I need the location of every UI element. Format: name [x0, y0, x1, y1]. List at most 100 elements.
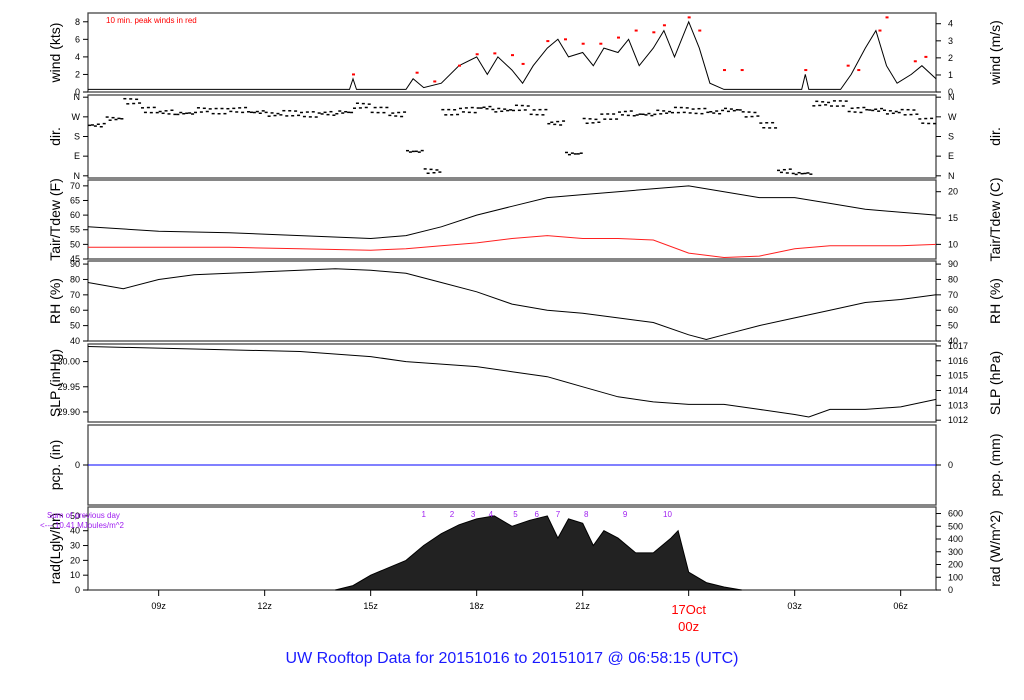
direction-point [379, 106, 383, 109]
direction-point [824, 104, 828, 106]
direction-point [830, 105, 833, 107]
direction-point [141, 107, 144, 109]
series-line-tdew [88, 235, 937, 259]
direction-point [771, 121, 775, 124]
direction-point [391, 112, 395, 114]
direction-point [361, 102, 365, 105]
direction-point [703, 107, 707, 110]
direction-point [594, 118, 598, 121]
direction-point [300, 111, 303, 114]
direction-point [517, 109, 521, 112]
hour-mark-label: 1 [421, 510, 426, 519]
direction-point [326, 113, 330, 116]
direction-point [921, 122, 925, 124]
direction-point [815, 100, 819, 103]
direction-point [891, 112, 895, 115]
ytick-label-right: 50 [948, 321, 958, 331]
ytick-label-left: N [74, 92, 81, 102]
direction-point [762, 126, 766, 129]
direction-point [417, 151, 421, 153]
direction-point [738, 109, 742, 111]
ylabel-left-temp: Tair/Tdew (F) [47, 178, 63, 260]
direction-point [108, 119, 112, 121]
direction-point [756, 115, 760, 117]
direction-point [821, 101, 825, 103]
direction-point [267, 115, 271, 117]
direction-point [408, 151, 412, 153]
direction-point [503, 108, 507, 110]
direction-point [385, 106, 389, 109]
ytick-label-right: 1016 [948, 356, 968, 366]
date-label: 17Oct [671, 602, 706, 617]
ytick-label-right: 0 [948, 585, 953, 595]
direction-point [247, 111, 250, 113]
direction-point [665, 112, 669, 114]
direction-point [353, 107, 356, 109]
direction-point [514, 104, 518, 107]
peak-wind-point [458, 64, 461, 67]
ytick-label-right: 2 [948, 53, 953, 63]
direction-point [199, 111, 203, 113]
ytick-label-right: 3 [948, 36, 953, 46]
direction-point [588, 118, 592, 120]
direction-point [344, 110, 348, 113]
direction-point [620, 114, 624, 116]
direction-point [635, 114, 639, 116]
direction-point [238, 107, 242, 109]
direction-point [903, 114, 907, 116]
direction-point [438, 171, 442, 173]
hour-mark-label: 9 [623, 510, 628, 519]
peak-wind-point [546, 40, 550, 43]
ytick-label-right: 500 [948, 521, 963, 531]
direction-point [261, 110, 265, 112]
direction-point [818, 104, 822, 107]
direction-point [423, 168, 427, 170]
panel-frame-rh [87, 260, 937, 342]
ytick-label-right: 0 [948, 460, 953, 470]
direction-point [862, 106, 866, 109]
direction-point [414, 150, 418, 153]
ylabel-right-slp: SLP (hPa) [987, 351, 1003, 415]
weather-chart: wind (kts) wind (m/s)024680123410 min. pe… [40, 12, 1003, 634]
direction-point [644, 114, 648, 116]
ylabel-right-rh: RH (%) [987, 278, 1003, 324]
direction-point [573, 153, 577, 155]
direction-point [311, 111, 315, 113]
ytick-label-right: E [948, 151, 954, 161]
direction-point [420, 149, 424, 152]
ytick-label-left: 65 [70, 195, 80, 205]
peak-wind-point [415, 71, 419, 74]
direction-point [623, 110, 627, 113]
direction-point [747, 111, 751, 113]
direction-point [279, 114, 283, 116]
direction-point [809, 173, 813, 175]
ytick-label-left: 10 [70, 570, 80, 580]
ytick-label-right: 1 [948, 70, 953, 80]
direction-point [915, 113, 919, 115]
direction-point [880, 107, 884, 110]
peak-wind-point [804, 69, 808, 72]
direction-point [205, 110, 209, 113]
direction-point [668, 110, 672, 113]
ytick-label-left: 0 [75, 585, 80, 595]
direction-point [479, 107, 483, 109]
direction-point [173, 113, 177, 116]
direction-point [779, 171, 783, 174]
ytick-label-left: N [74, 171, 81, 181]
direction-point [500, 110, 504, 113]
direction-point [179, 111, 183, 114]
peak-wind-point [352, 73, 355, 76]
direction-point [432, 171, 436, 174]
peak-wind-point [521, 62, 525, 65]
ytick-label-left: 20 [70, 555, 80, 565]
direction-point [482, 106, 486, 109]
direction-point [461, 111, 465, 113]
ytick-label-right: 1017 [948, 341, 968, 351]
direction-point [544, 108, 548, 111]
direction-point [459, 107, 462, 110]
direction-point [249, 111, 253, 114]
direction-point [232, 107, 236, 110]
series-line-tair [87, 185, 937, 240]
direction-point [347, 111, 351, 114]
direction-point [591, 122, 595, 124]
